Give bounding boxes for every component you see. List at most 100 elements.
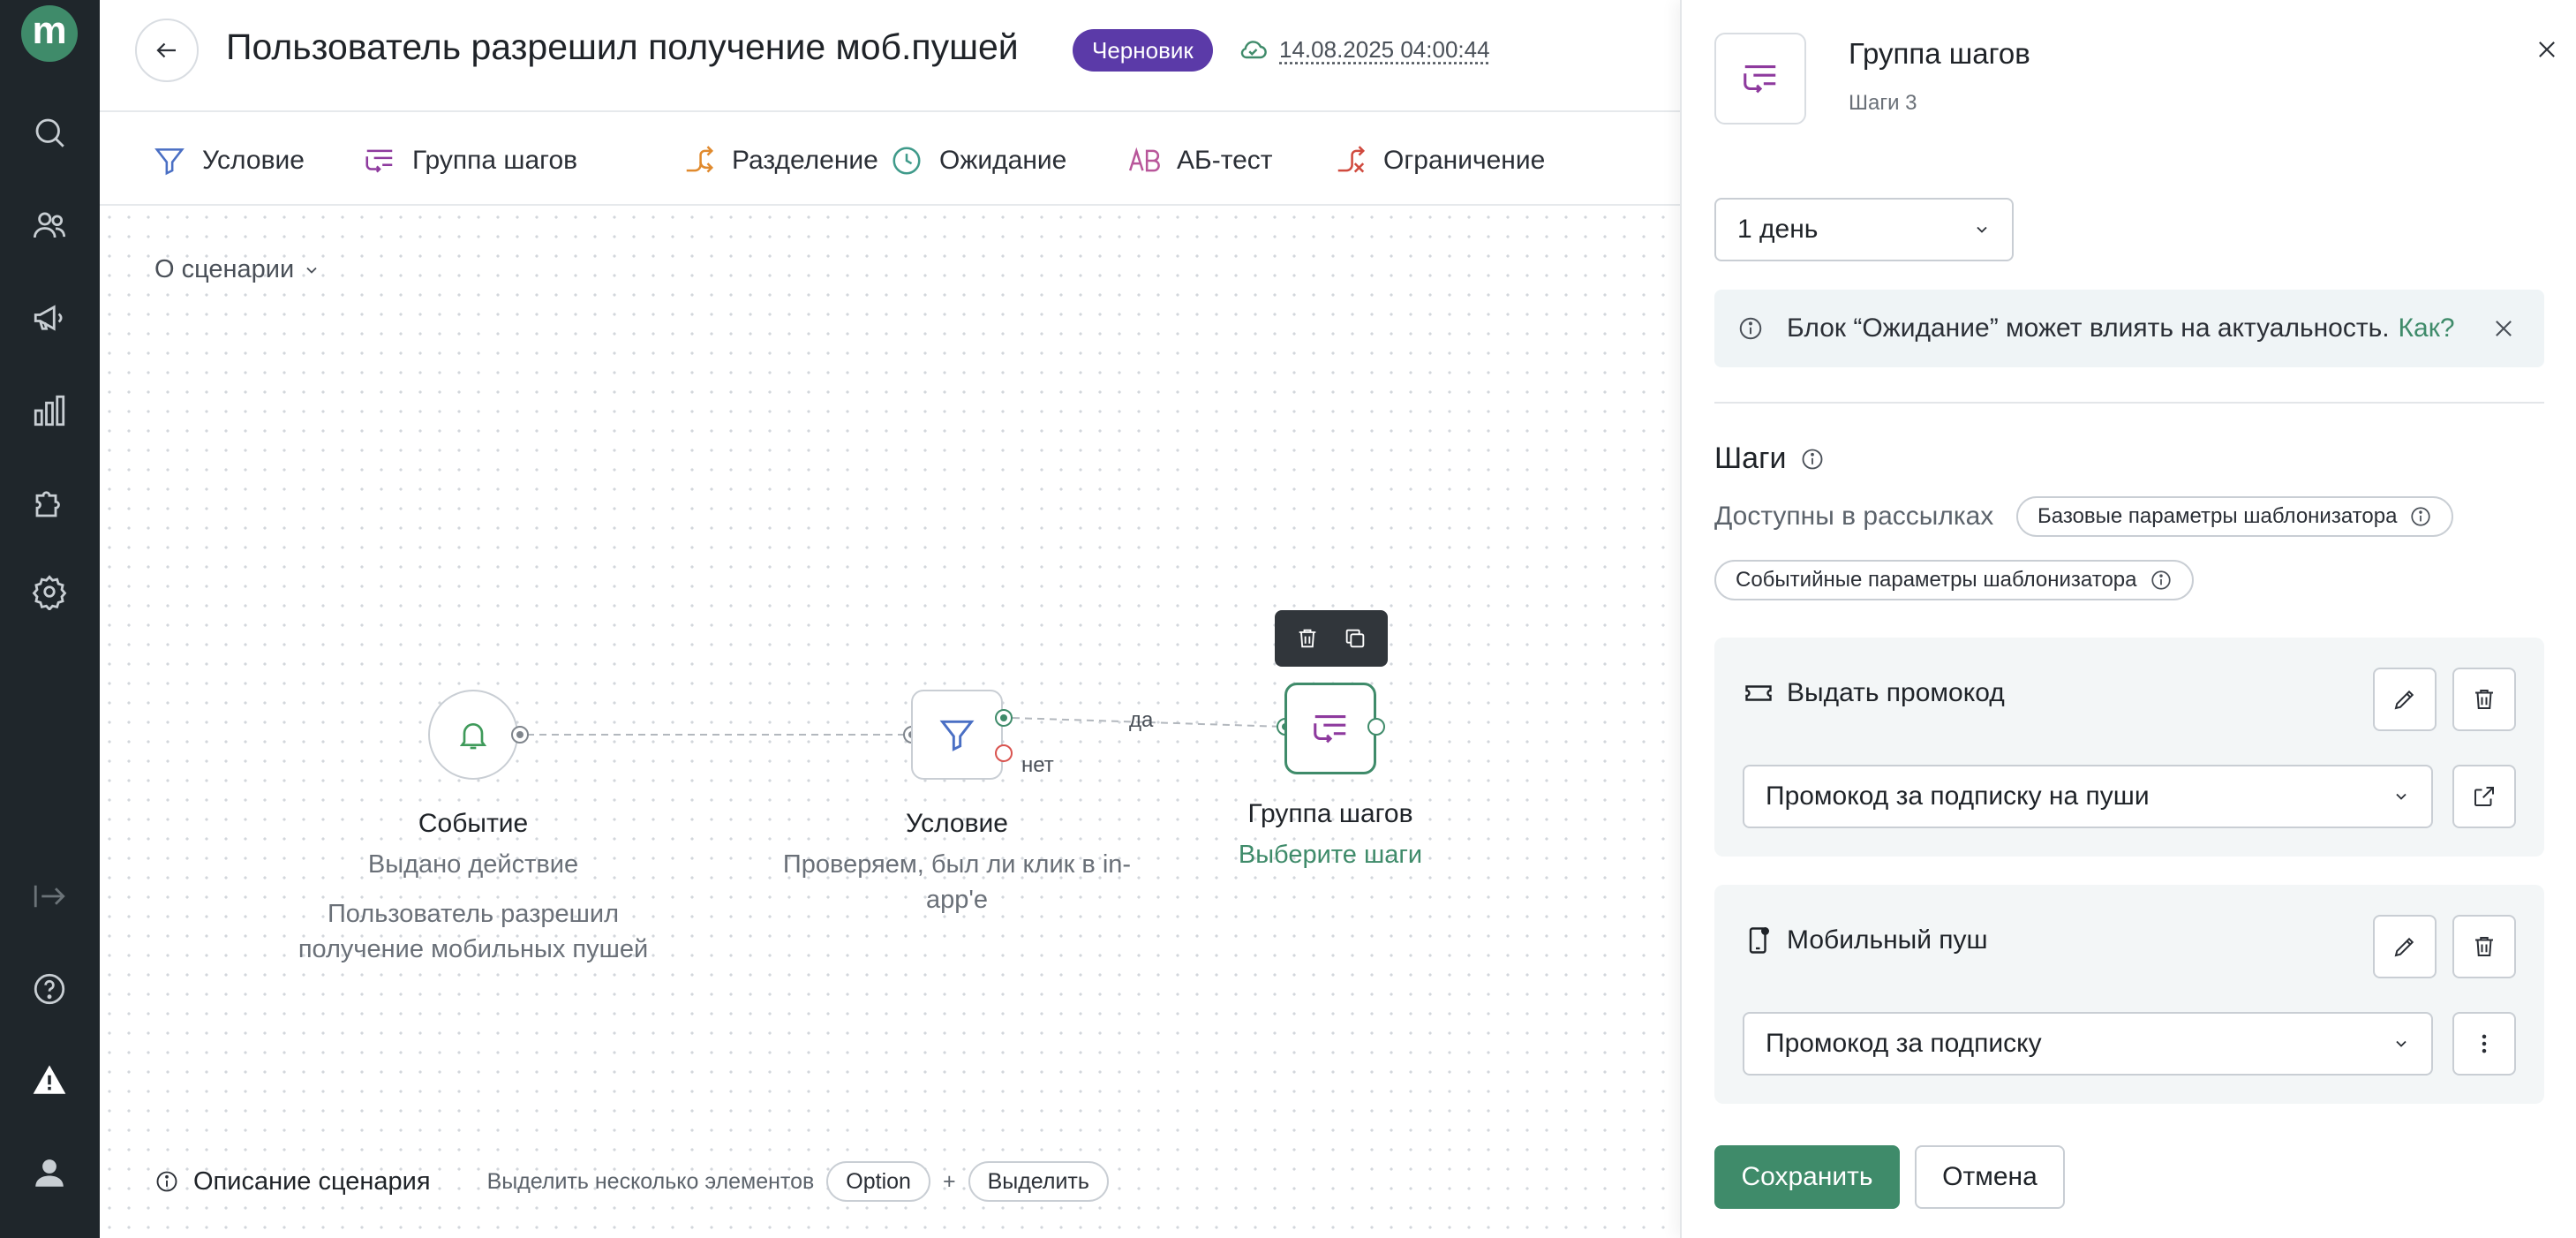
chevron-down-icon [306,267,317,274]
base-params-chip[interactable]: Базовые параметры шаблонизатора [2016,496,2454,537]
push-template-select-value: Промокод за подписку [1766,1029,2042,1058]
event-output-port[interactable] [511,726,529,744]
step-group-node[interactable] [1284,683,1376,774]
delete-step-button[interactable] [2452,668,2516,731]
tool-step-group[interactable]: Группа шагов [363,140,577,181]
condition-node[interactable] [911,690,1003,780]
delete-step-button[interactable] [2452,915,2516,978]
analytics-chart-icon[interactable] [27,389,72,433]
delay-select-value: 1 день [1737,215,1819,244]
event-node[interactable] [428,690,518,780]
trash-icon [2475,937,2493,956]
tool-wait[interactable]: Ожидание [890,140,1066,181]
step-name: Мобильный пуш [1787,925,1988,955]
tool-limit[interactable]: Ограничение [1334,140,1545,181]
scenario-description-label: Описание сценария [193,1166,431,1196]
copy-icon[interactable] [1343,626,1367,651]
step-card-header: Выдать промокод [1743,677,2005,709]
steps-heading-label: Шаги [1714,442,1787,475]
saved-timestamp: 14.08.2025 04:00:44 [1279,35,1490,63]
alert-warning-icon[interactable] [27,1058,72,1102]
condition-no-port[interactable] [995,744,1013,762]
connectors [527,717,1285,736]
option-key-chip: Option [826,1161,930,1202]
open-external-button[interactable] [2452,765,2516,828]
event-node-subtitle: Выдано действие [367,850,579,879]
help-icon[interactable] [27,967,72,1011]
page-title: Пользователь разрешил получение моб.пуше… [226,26,1019,67]
info-icon [2150,570,2171,590]
scenario-canvas[interactable]: О сценарии Событие Выдано действие Польз… [100,208,1680,1238]
save-button[interactable]: Сохранить [1714,1145,1900,1209]
bell-icon [459,723,487,750]
scenario-description-button[interactable]: Описание сценария [154,1167,431,1196]
block-toolbar: Условие Группа шагов Разделение Ожидание… [100,114,1680,206]
profile-avatar-icon[interactable] [27,1151,72,1195]
close-icon [2539,42,2555,57]
step-card-header: Мобильный пуш [1743,925,1988,956]
about-scenario-toggle[interactable]: О сценарии [154,255,320,284]
notice-text: Блок “Ожидание” может влиять на актуальн… [1787,313,2390,343]
close-panel-button[interactable] [2529,32,2565,67]
delay-select[interactable]: 1 день [1714,198,2014,261]
condition-node-title: Условие [906,809,1008,838]
more-vertical-icon [2482,1034,2487,1053]
pencil-icon [2394,937,2414,957]
edge-label-yes: да [1129,708,1154,732]
group-node-title: Группа шагов [1247,799,1413,828]
tool-condition[interactable]: Условие [153,140,305,181]
save-status[interactable]: 14.08.2025 04:00:44 [1237,34,1490,65]
promo-code-select[interactable]: Промокод за подписку на пуши [1743,765,2433,828]
clock-icon [893,147,921,175]
tool-split[interactable]: Разделение [682,140,878,181]
edit-step-button[interactable] [2373,668,2437,731]
multi-select-hint: Выделить несколько элементов [486,1168,815,1194]
logo[interactable]: m [21,5,78,62]
group-choose-steps-link[interactable]: Выберите шаги [1216,841,1445,870]
event-params-chip[interactable]: Событийные параметры шаблонизатора [1714,560,2194,600]
panel-footer: Сохранить Отмена [1682,1104,2576,1238]
tool-split-label: Разделение [732,146,878,175]
trash-icon[interactable] [1295,626,1320,651]
filter-icon [154,148,185,176]
cloud-check-icon [1240,41,1267,59]
more-actions-button[interactable] [2452,1012,2516,1076]
integrations-puzzle-icon[interactable] [27,481,72,525]
condition-yes-port[interactable] [995,709,1013,727]
step-group-panel: Группа шагов Шаги 3 1 день Блок “Ожидани… [1680,0,2576,1238]
group-output-port[interactable] [1367,718,1385,736]
collapse-nav-icon[interactable] [27,874,72,918]
edit-step-button[interactable] [2373,915,2437,978]
split-icon [686,146,714,173]
condition-node-subtitle: Проверяем, был ли клик в in-app'e [782,850,1132,914]
info-icon [1739,317,1762,340]
step-name: Выдать промокод [1787,678,2005,707]
notice-how-link[interactable]: Как? [2399,313,2455,343]
available-in-mailings-label: Доступны в рассылках [1714,502,1994,531]
settings-gear-icon[interactable] [27,570,72,614]
search-icon[interactable] [27,110,72,155]
back-button[interactable] [135,19,199,82]
users-icon[interactable] [27,203,72,247]
step-group-icon [1314,715,1346,744]
cancel-button[interactable]: Отмена [1915,1145,2065,1209]
step-group-icon [1744,65,1776,94]
tool-ab-test[interactable]: АБ-тест [1127,140,1273,181]
select-key-chip: Выделить [968,1161,1109,1202]
panel-block-icon [1714,33,1806,125]
scenario-header: Пользователь разрешил получение моб.пуше… [100,0,1680,112]
promo-code-select-value: Промокод за подписку на пуши [1766,781,2150,811]
left-nav-rail: m [0,0,100,1238]
panel-title: Группа шагов [1849,37,2030,70]
push-template-select[interactable]: Промокод за подписку [1743,1012,2433,1076]
step-card: Мобильный пуш Промокод за подписку [1714,885,2544,1104]
info-icon[interactable] [1800,447,1825,472]
tool-limit-label: Ограничение [1383,146,1546,175]
limit-icon [1337,146,1366,173]
step-group-icon [365,149,393,173]
campaigns-megaphone-icon[interactable] [27,296,72,340]
tool-ab-test-label: АБ-тест [1177,146,1273,175]
mobile-push-icon [1749,926,1770,954]
close-icon[interactable] [2491,316,2516,341]
trash-icon [2475,690,2493,709]
